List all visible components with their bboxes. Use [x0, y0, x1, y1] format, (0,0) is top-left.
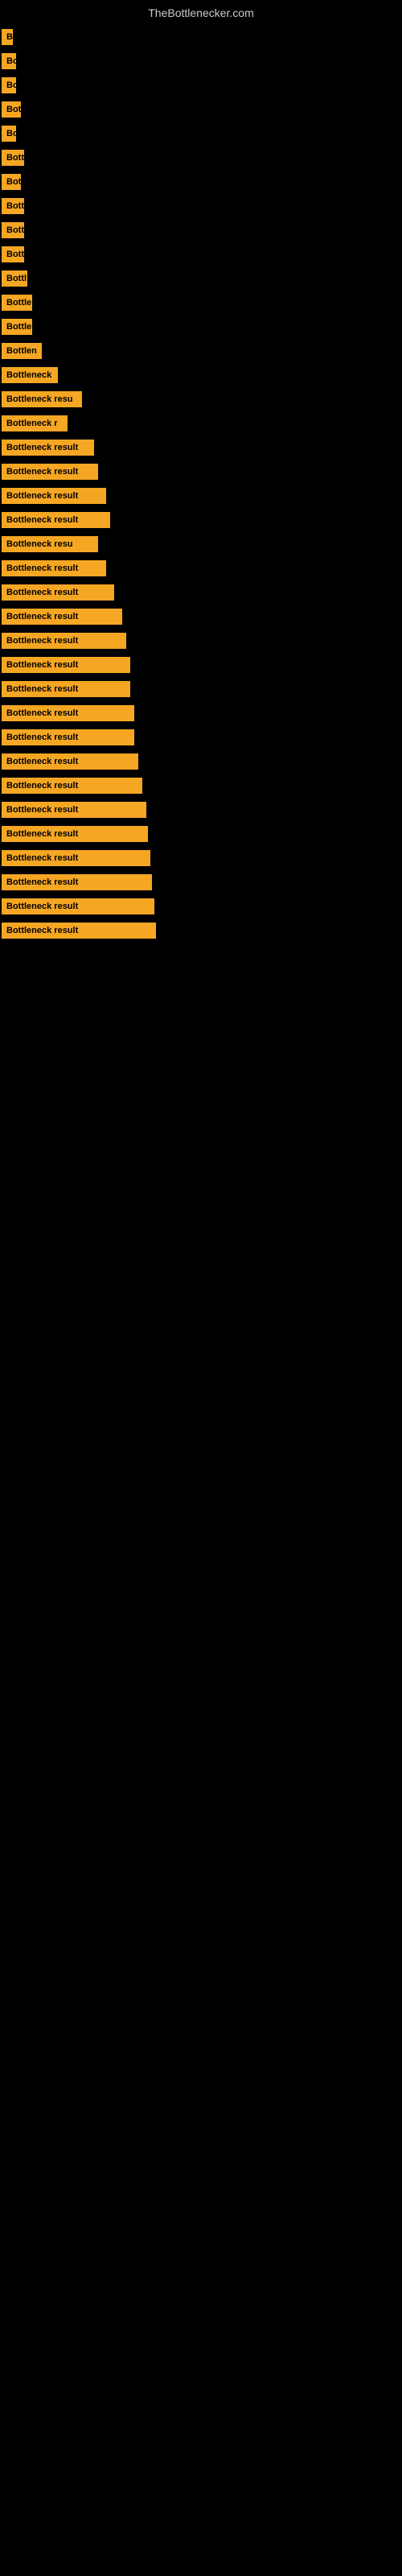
- bottleneck-badge[interactable]: Bottlen: [2, 343, 42, 359]
- bottleneck-badge[interactable]: Bott: [2, 150, 24, 166]
- list-item: Bottleneck result: [0, 847, 402, 869]
- bottleneck-badge[interactable]: Bottleneck resu: [2, 536, 98, 552]
- bottleneck-badge[interactable]: Bottleneck r: [2, 415, 68, 431]
- list-item: Bott: [0, 147, 402, 169]
- bottleneck-badge[interactable]: Bottleneck result: [2, 826, 148, 842]
- list-item: Bott: [0, 195, 402, 217]
- list-item: Bottleneck result: [0, 605, 402, 628]
- bottleneck-badge[interactable]: B: [2, 29, 13, 45]
- list-item: Bottleneck result: [0, 630, 402, 652]
- list-item: Bottleneck result: [0, 871, 402, 894]
- list-item: Bottleneck result: [0, 557, 402, 580]
- list-item: Bottleneck result: [0, 799, 402, 821]
- list-item: Bo: [0, 50, 402, 72]
- list-item: Bottleneck resu: [0, 388, 402, 411]
- list-item: Bottleneck result: [0, 774, 402, 797]
- bottleneck-badge[interactable]: Bo: [2, 126, 16, 142]
- bottleneck-badge[interactable]: Bottleneck result: [2, 753, 138, 770]
- bottleneck-badge[interactable]: Bottleneck result: [2, 657, 130, 673]
- bottleneck-badge[interactable]: Bottleneck result: [2, 802, 146, 818]
- bottleneck-badge[interactable]: Bottleneck result: [2, 512, 110, 528]
- list-item: B: [0, 26, 402, 48]
- bottleneck-badge[interactable]: Bo: [2, 53, 16, 69]
- list-item: Bottleneck result: [0, 460, 402, 483]
- list-item: Bottleneck result: [0, 895, 402, 918]
- list-item: Bott: [0, 243, 402, 266]
- list-item: Bo: [0, 122, 402, 145]
- list-item: Bott: [0, 219, 402, 242]
- bottleneck-badge[interactable]: Bottleneck result: [2, 850, 150, 866]
- bottleneck-badge[interactable]: Bottleneck result: [2, 778, 142, 794]
- bottleneck-badge[interactable]: Bottle: [2, 295, 32, 311]
- bottleneck-badge[interactable]: Bottleneck result: [2, 681, 130, 697]
- site-title-text: TheBottlenecker.com: [148, 6, 254, 19]
- bottleneck-badge[interactable]: Bott: [2, 246, 24, 262]
- bottleneck-badge[interactable]: Bottleneck result: [2, 440, 94, 456]
- list-item: Bottleneck result: [0, 654, 402, 676]
- bottleneck-badge[interactable]: Bottleneck result: [2, 874, 152, 890]
- bottleneck-badge[interactable]: Bottleneck result: [2, 898, 154, 914]
- list-item: Bottleneck result: [0, 509, 402, 531]
- bottleneck-badge[interactable]: Bottleneck result: [2, 609, 122, 625]
- bottleneck-badge[interactable]: Bottle: [2, 319, 32, 335]
- list-item: Bottleneck r: [0, 412, 402, 435]
- list-item: Bottleneck result: [0, 823, 402, 845]
- bottleneck-badge[interactable]: Bottleneck result: [2, 705, 134, 721]
- list-item: Bottleneck result: [0, 919, 402, 942]
- list-item: Bottleneck result: [0, 485, 402, 507]
- list-item: Bottleneck result: [0, 750, 402, 773]
- list-item: Bottleneck result: [0, 702, 402, 724]
- bottleneck-badge[interactable]: Bottleneck result: [2, 560, 106, 576]
- bottleneck-badge[interactable]: Bottleneck resu: [2, 391, 82, 407]
- bottleneck-badge[interactable]: Bottleneck: [2, 367, 58, 383]
- list-item: Bottle: [0, 316, 402, 338]
- list-item: Bottleneck result: [0, 726, 402, 749]
- list-item: Bot: [0, 171, 402, 193]
- list-item: Bot: [0, 98, 402, 121]
- bottleneck-badge[interactable]: Bot: [2, 174, 21, 190]
- bottleneck-badge[interactable]: Bottleneck result: [2, 729, 134, 745]
- list-item: Bo: [0, 74, 402, 97]
- list-item: Bottleneck resu: [0, 533, 402, 555]
- bottleneck-badge[interactable]: Bot: [2, 101, 21, 118]
- rows-container: B Bo Bo Bot Bo Bott Bot Bott Bott Bott Bottl Bottle…: [0, 23, 402, 947]
- site-title: TheBottlenecker.com: [0, 0, 402, 23]
- bottleneck-badge[interactable]: Bottleneck result: [2, 464, 98, 480]
- list-item: Bottl: [0, 267, 402, 290]
- list-item: Bottleneck: [0, 364, 402, 386]
- list-item: Bottlen: [0, 340, 402, 362]
- bottleneck-badge[interactable]: Bottleneck result: [2, 584, 114, 601]
- bottleneck-badge[interactable]: Bottleneck result: [2, 488, 106, 504]
- bottleneck-badge[interactable]: Bott: [2, 222, 24, 238]
- list-item: Bottleneck result: [0, 678, 402, 700]
- list-item: Bottle: [0, 291, 402, 314]
- list-item: Bottleneck result: [0, 436, 402, 459]
- bottleneck-badge[interactable]: Bott: [2, 198, 24, 214]
- bottleneck-badge[interactable]: Bottleneck result: [2, 923, 156, 939]
- bottleneck-badge[interactable]: Bottl: [2, 270, 27, 287]
- list-item: Bottleneck result: [0, 581, 402, 604]
- bottleneck-badge[interactable]: Bottleneck result: [2, 633, 126, 649]
- bottleneck-badge[interactable]: Bo: [2, 77, 16, 93]
